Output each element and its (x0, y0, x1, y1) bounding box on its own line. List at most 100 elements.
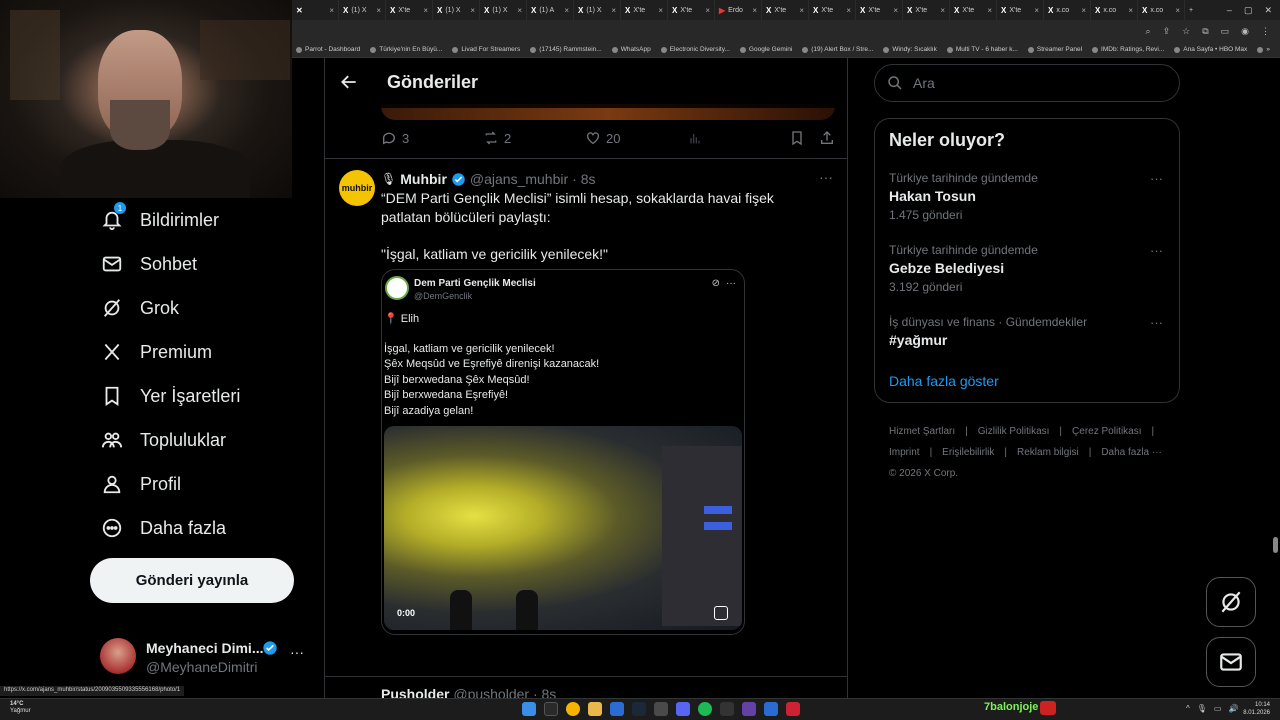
steam-icon[interactable] (632, 702, 646, 716)
tweet[interactable]: muhbir 🎙 Muhbir @ajans_muhbir · 8s ··· “… (325, 159, 847, 698)
post-button[interactable]: Gönderi yayınla (90, 558, 294, 603)
chevron-up-icon[interactable]: ^ (1186, 704, 1190, 713)
tweet-avatar[interactable]: muhbir (339, 170, 375, 206)
bookmark-item[interactable]: IMDb: Ratings, Revi... (1092, 46, 1164, 53)
app-icon[interactable] (742, 702, 756, 716)
new-tab-button[interactable]: + (1185, 0, 1205, 20)
bookmark-icon[interactable] (789, 130, 805, 146)
share-icon[interactable]: ⇪ (1163, 26, 1171, 37)
trend-more-icon[interactable]: ··· (1150, 171, 1163, 186)
trend-item[interactable]: Türkiye tarihinde gündemde Gebze Belediy… (889, 243, 1169, 294)
nav-grok[interactable]: Grok (100, 296, 179, 320)
extensions-icon[interactable]: ⧉ (1202, 26, 1208, 37)
footer-link[interactable]: Çerez Politikası (1072, 426, 1141, 437)
close-window-icon[interactable]: ✕ (1264, 5, 1272, 16)
footer-link[interactable]: Hizmet Şartları (889, 426, 955, 437)
browser-tab[interactable]: Xx.co × (1044, 0, 1091, 20)
browser-tab[interactable]: X (1) X × (480, 0, 527, 20)
tab-close-icon[interactable]: × (329, 6, 334, 15)
browser-tab[interactable]: X X'te × (668, 0, 715, 20)
tweet-handle[interactable]: @ajans_muhbir (470, 171, 568, 187)
bookmark-item[interactable]: (17145) Rammstein... (530, 46, 602, 53)
browser-tab[interactable]: X (1) A × (527, 0, 574, 20)
scrollbar[interactable] (1273, 537, 1278, 553)
footer-link[interactable]: Imprint (889, 447, 920, 458)
bookmark-item[interactable]: Electronic Diversity... (660, 46, 730, 53)
bookmark-item[interactable]: Windy: Sıcaklık (883, 46, 937, 53)
tab-close-icon[interactable]: × (611, 6, 616, 15)
browser-tab[interactable]: X X'te × (809, 0, 856, 20)
views-button[interactable] (687, 130, 789, 146)
browser-tab[interactable]: X X'te × (997, 0, 1044, 20)
share-icon[interactable] (819, 130, 835, 146)
zoom-icon[interactable]: ⌕ (1146, 26, 1151, 37)
profile-icon[interactable]: ◉ (1241, 26, 1249, 37)
tab-close-icon[interactable]: × (846, 6, 851, 15)
app-icon[interactable] (610, 702, 624, 716)
account-switcher[interactable]: Meyhaneci Dimi... @MeyhaneDimitri ··· (100, 638, 304, 678)
bookmark-item[interactable]: Ana Sayfa • HBO Max (1174, 46, 1247, 53)
gif-toggle-icon[interactable] (714, 606, 728, 620)
tweet-author[interactable]: Muhbir (400, 171, 447, 187)
trend-item[interactable]: İş dünyası ve finans · Gündemdekiler #ya… (889, 315, 1169, 348)
browser-tab[interactable]: X X'te × (950, 0, 997, 20)
nav-chat[interactable]: Sohbet (100, 252, 197, 276)
tab-close-icon[interactable]: × (1081, 6, 1086, 15)
mic-icon[interactable]: 🎙 (1197, 704, 1207, 713)
search-box[interactable] (874, 64, 1180, 102)
tab-close-icon[interactable]: × (987, 6, 992, 15)
nav-profile[interactable]: Profil (100, 472, 181, 496)
bookmark-item[interactable]: Multi TV - 6 haber k... (946, 46, 1018, 53)
app-icon[interactable] (720, 702, 734, 716)
bookmark-item[interactable]: Parrot - Dashboard (296, 46, 360, 53)
bookmark-item[interactable]: WhatsApp (611, 46, 651, 53)
chrome-icon[interactable] (566, 702, 580, 716)
trend-more-icon[interactable]: ··· (1150, 243, 1163, 258)
bookmark-item[interactable]: Türkiye'nin En Büyü... (370, 46, 442, 53)
tab-close-icon[interactable]: × (376, 6, 381, 15)
bookmark-item[interactable]: Livad For Streamers (452, 46, 520, 53)
video-player[interactable]: 0:00 (384, 426, 742, 630)
embedded-media[interactable]: Dem Parti Gençlik Meclisi @DemGenclik ⊘ … (381, 269, 745, 635)
tab-close-icon[interactable]: × (940, 6, 945, 15)
grok-fab[interactable] (1206, 577, 1256, 627)
trend-more-icon[interactable]: ··· (1150, 315, 1163, 330)
tab-close-icon[interactable]: × (564, 6, 569, 15)
footer-link[interactable]: Daha fazla ··· (1101, 447, 1162, 458)
repost-button[interactable]: 2 (483, 130, 585, 146)
tab-close-icon[interactable]: × (470, 6, 475, 15)
menu-icon[interactable]: ⋮ (1261, 26, 1270, 37)
clock[interactable]: 10:14 8.01.2026 (1243, 701, 1270, 717)
tab-close-icon[interactable]: × (1175, 6, 1180, 15)
tab-close-icon[interactable]: × (752, 6, 757, 15)
browser-tab[interactable]: X X'te × (903, 0, 950, 20)
tab-close-icon[interactable]: × (705, 6, 710, 15)
tab-close-icon[interactable]: × (893, 6, 898, 15)
tab-close-icon[interactable]: × (799, 6, 804, 15)
browser-tab[interactable]: X (1) X × (574, 0, 621, 20)
browser-tab[interactable]: X (1) X × (339, 0, 386, 20)
sidebar-icon[interactable]: ▭ (1221, 26, 1230, 37)
tab-close-icon[interactable]: × (658, 6, 663, 15)
maximize-icon[interactable]: ▢ (1244, 5, 1253, 16)
browser-tab[interactable]: X X'te × (856, 0, 903, 20)
browser-tab[interactable]: X (1) X × (433, 0, 480, 20)
nav-communities[interactable]: Topluluklar (100, 428, 226, 452)
minimize-icon[interactable]: – (1227, 5, 1232, 15)
tab-close-icon[interactable]: × (1034, 6, 1039, 15)
browser-tab[interactable]: ✕ × (292, 0, 339, 20)
star-icon[interactable]: ☆ (1182, 26, 1190, 37)
network-icon[interactable]: ▭ (1214, 704, 1222, 713)
browser-tab[interactable]: Xx.co × (1091, 0, 1138, 20)
app-icon[interactable] (654, 702, 668, 716)
bookmark-item[interactable]: (19) Alert Box / Stre... (802, 46, 873, 53)
bookmark-item[interactable]: Streamer Panel (1027, 46, 1082, 53)
show-more-link[interactable]: Daha fazla göster (889, 373, 999, 389)
tab-close-icon[interactable]: × (517, 6, 522, 15)
trend-item[interactable]: Türkiye tarihinde gündemde Hakan Tosun 1… (889, 171, 1169, 222)
footer-link[interactable]: Erişilebilirlik (942, 447, 994, 458)
reply-button[interactable]: 3 (381, 130, 483, 146)
back-arrow-icon[interactable] (339, 72, 359, 92)
footer-link[interactable]: Reklam bilgisi (1017, 447, 1079, 458)
folder-icon[interactable] (588, 702, 602, 716)
